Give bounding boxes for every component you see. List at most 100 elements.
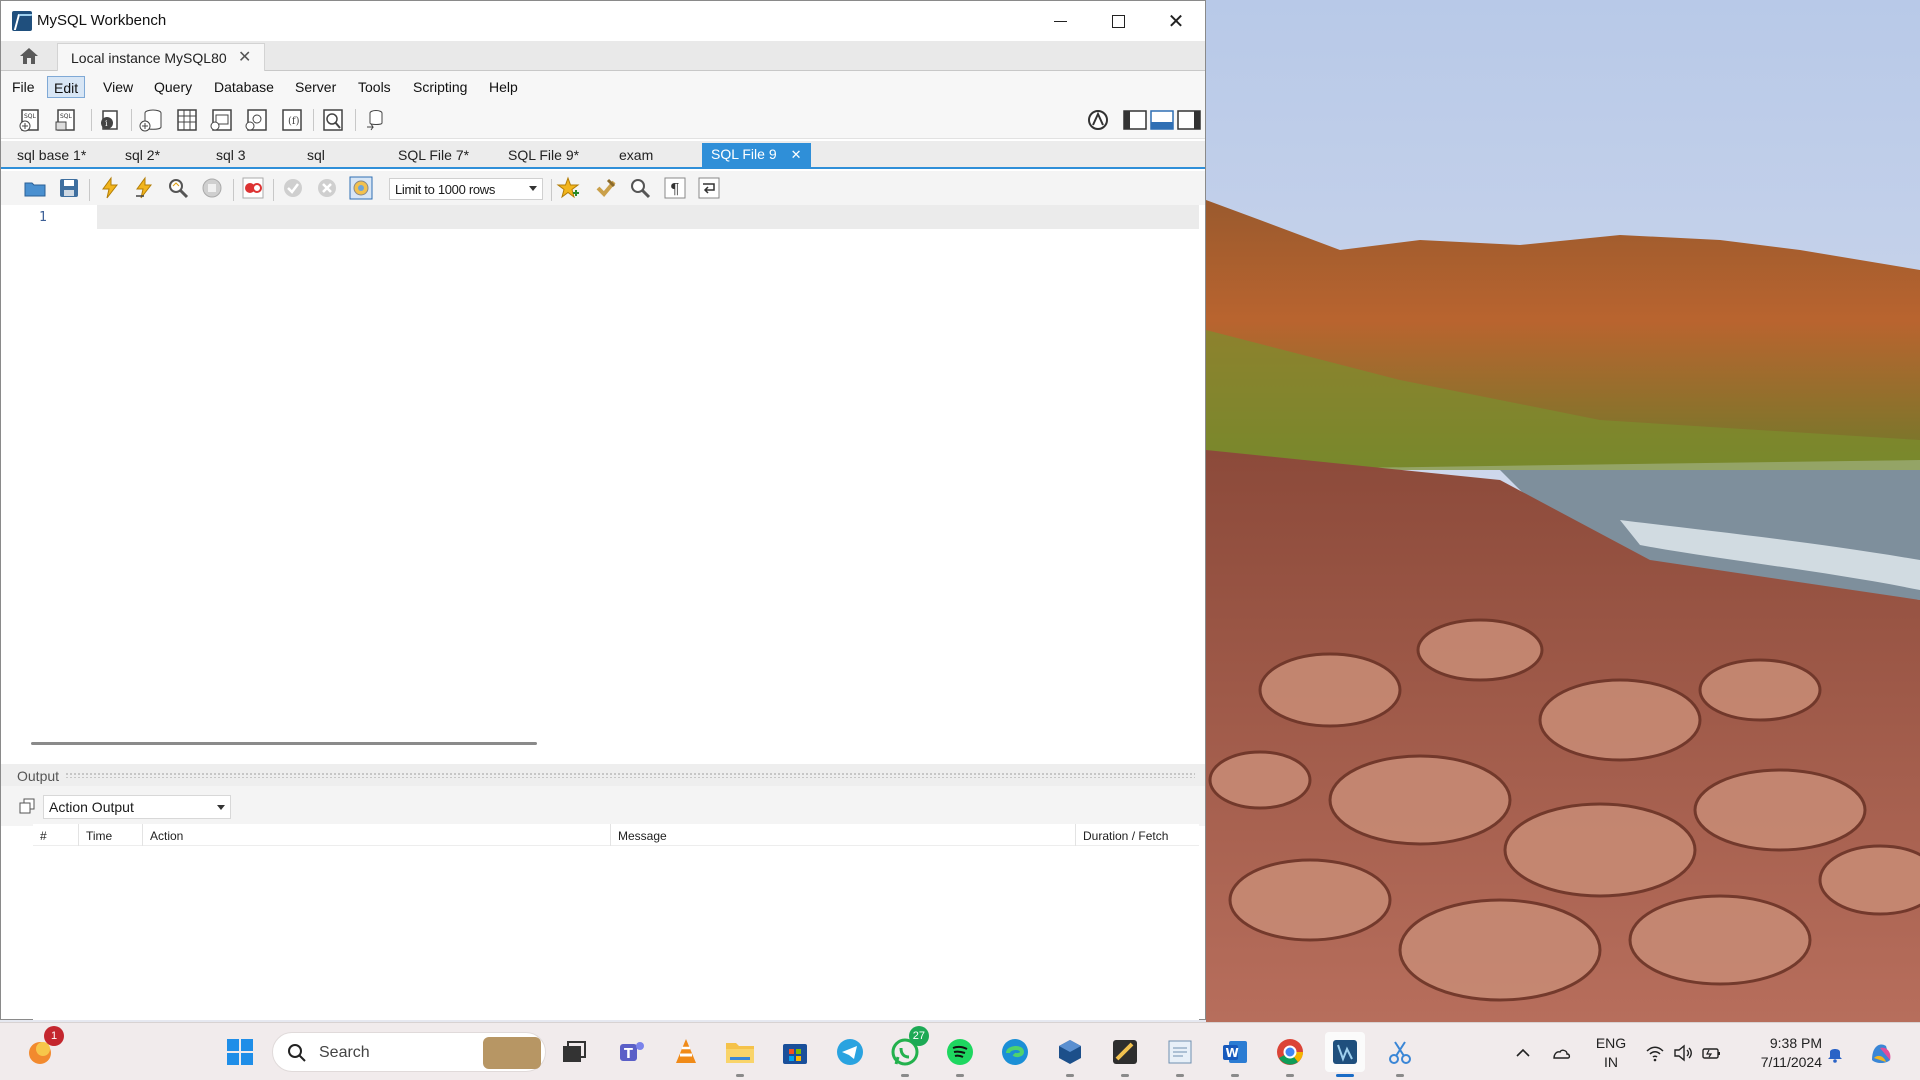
create-function-icon[interactable]: (f) [277,107,305,133]
title-bar[interactable]: MySQL Workbench ✕ [1,1,1205,41]
taskbar-telegram[interactable] [830,1032,870,1072]
menu-server[interactable]: Server [289,76,342,98]
svg-text:i: i [105,119,108,128]
new-sql-tab-icon[interactable]: SQL [17,107,45,133]
battery-icon[interactable] [1700,1042,1722,1064]
menu-tools[interactable]: Tools [352,76,397,98]
notification-bell-icon[interactable] [1824,1042,1846,1064]
copilot-icon[interactable] [1866,1038,1896,1068]
menu-file[interactable]: File [6,76,41,98]
wifi-icon[interactable] [1644,1042,1666,1064]
editor-tab[interactable]: sql [301,145,331,167]
rollback-icon[interactable] [315,176,339,200]
column-header-time[interactable]: Time [79,824,143,846]
onedrive-icon[interactable] [1550,1042,1572,1064]
autocommit-toggle-icon[interactable] [349,176,373,200]
menu-database[interactable]: Database [208,76,280,98]
taskbar-word[interactable]: W [1215,1032,1255,1077]
menu-view[interactable]: View [97,76,139,98]
stop-on-error-icon[interactable] [241,176,265,200]
windows-start-icon [227,1039,253,1065]
menu-query[interactable]: Query [148,76,198,98]
clock[interactable]: 9:38 PM 7/11/2024 [1744,1034,1822,1072]
taskbar-whatsapp[interactable]: 27 [885,1026,929,1077]
editor-tab[interactable]: sql base 1* [11,145,92,167]
editor-tab[interactable]: sql 2* [119,145,166,167]
taskbar-store[interactable] [775,1032,815,1072]
taskbar-virtualbox[interactable] [1050,1032,1090,1077]
editor-tab-active[interactable]: SQL File 9 ✕ [702,143,811,167]
row-limit-select[interactable]: Limit to 1000 rows [389,178,543,200]
output-mode-select[interactable]: Action Output [43,795,231,819]
taskbar-spotify[interactable] [940,1032,980,1077]
column-header-action[interactable]: Action [143,824,611,846]
taskbar-start[interactable] [220,1032,260,1072]
stop-icon[interactable] [200,176,224,200]
copy-icon[interactable] [19,798,35,814]
execute-current-statement-icon[interactable] [132,176,156,200]
editor-tab[interactable]: sql 3 [210,145,252,167]
create-view-icon[interactable] [207,107,235,133]
language-indicator[interactable]: ENG IN [1594,1034,1628,1072]
taskbar-teams[interactable]: T [612,1032,652,1072]
chevron-down-icon [217,805,225,810]
taskbar-snipping-tool[interactable] [1380,1032,1420,1077]
sql-editor[interactable]: 1 [1,205,1205,745]
editor-tab[interactable]: exam [613,145,659,167]
minimize-button[interactable] [1031,1,1089,41]
taskbar-chrome[interactable] [1270,1032,1310,1077]
editor-tab[interactable]: SQL File 9* [502,145,585,167]
taskbar-vlc[interactable] [666,1032,706,1072]
menu-scripting[interactable]: Scripting [407,76,473,98]
add-snippet-icon[interactable] [556,176,580,200]
close-tab-icon[interactable]: ✕ [791,147,802,162]
beautify-icon[interactable] [594,176,618,200]
current-line-highlight[interactable] [97,205,1199,229]
taskbar-notepad-app[interactable] [1160,1032,1200,1077]
taskbar-sketch-tool[interactable] [1105,1032,1145,1077]
taskbar-widgets[interactable]: 1 [20,1026,64,1072]
editor-tab[interactable]: SQL File 7* [392,145,475,167]
taskbar-file-explorer[interactable] [720,1032,760,1077]
taskbar-task-view[interactable] [554,1032,594,1072]
preferences-icon[interactable] [1084,107,1112,133]
find-icon[interactable] [628,176,652,200]
explain-icon[interactable] [166,176,190,200]
reconnect-icon[interactable] [361,107,389,133]
toggle-secondary-sidebar-icon[interactable] [1175,107,1203,133]
volume-icon[interactable] [1672,1042,1694,1064]
save-icon[interactable] [57,176,81,200]
taskbar-mysql-workbench[interactable] [1325,1032,1365,1077]
menu-help[interactable]: Help [483,76,524,98]
splitter-grip[interactable] [65,772,1195,778]
taskbar-search-box[interactable]: Search [272,1032,546,1072]
create-procedure-icon[interactable] [242,107,270,133]
home-icon [20,48,38,64]
home-button[interactable] [11,43,47,69]
toggle-sidebar-icon[interactable] [1121,107,1149,133]
wrap-lines-icon[interactable] [697,176,721,200]
close-window-button[interactable]: ✕ [1147,1,1205,41]
commit-icon[interactable] [281,176,305,200]
inspector-icon[interactable]: i [97,107,125,133]
toggle-output-panel-icon[interactable] [1148,107,1176,133]
column-header-number[interactable]: # [33,824,79,846]
horizontal-scrollbar[interactable] [31,742,537,745]
column-header-message[interactable]: Message [611,824,1076,846]
running-indicator [1286,1074,1294,1077]
menu-edit[interactable]: Edit [47,76,86,98]
maximize-button[interactable] [1089,1,1147,41]
create-schema-icon[interactable] [137,107,165,133]
search-table-data-icon[interactable] [319,107,347,133]
open-file-icon[interactable] [23,176,47,200]
close-connection-tab-icon[interactable]: ✕ [238,47,251,67]
connection-tab[interactable]: Local instance MySQL80 ✕ [57,43,265,71]
taskbar-edge[interactable] [995,1032,1035,1072]
column-header-duration[interactable]: Duration / Fetch [1076,824,1199,846]
open-sql-script-icon[interactable]: SQL [53,107,81,133]
execute-icon[interactable] [98,176,122,200]
invisible-characters-icon[interactable]: ¶ [663,176,687,200]
menu-bar: File Edit View Query Database Server Too… [1,71,1205,101]
show-hidden-icons-icon[interactable] [1512,1042,1534,1064]
create-table-icon[interactable] [172,107,200,133]
